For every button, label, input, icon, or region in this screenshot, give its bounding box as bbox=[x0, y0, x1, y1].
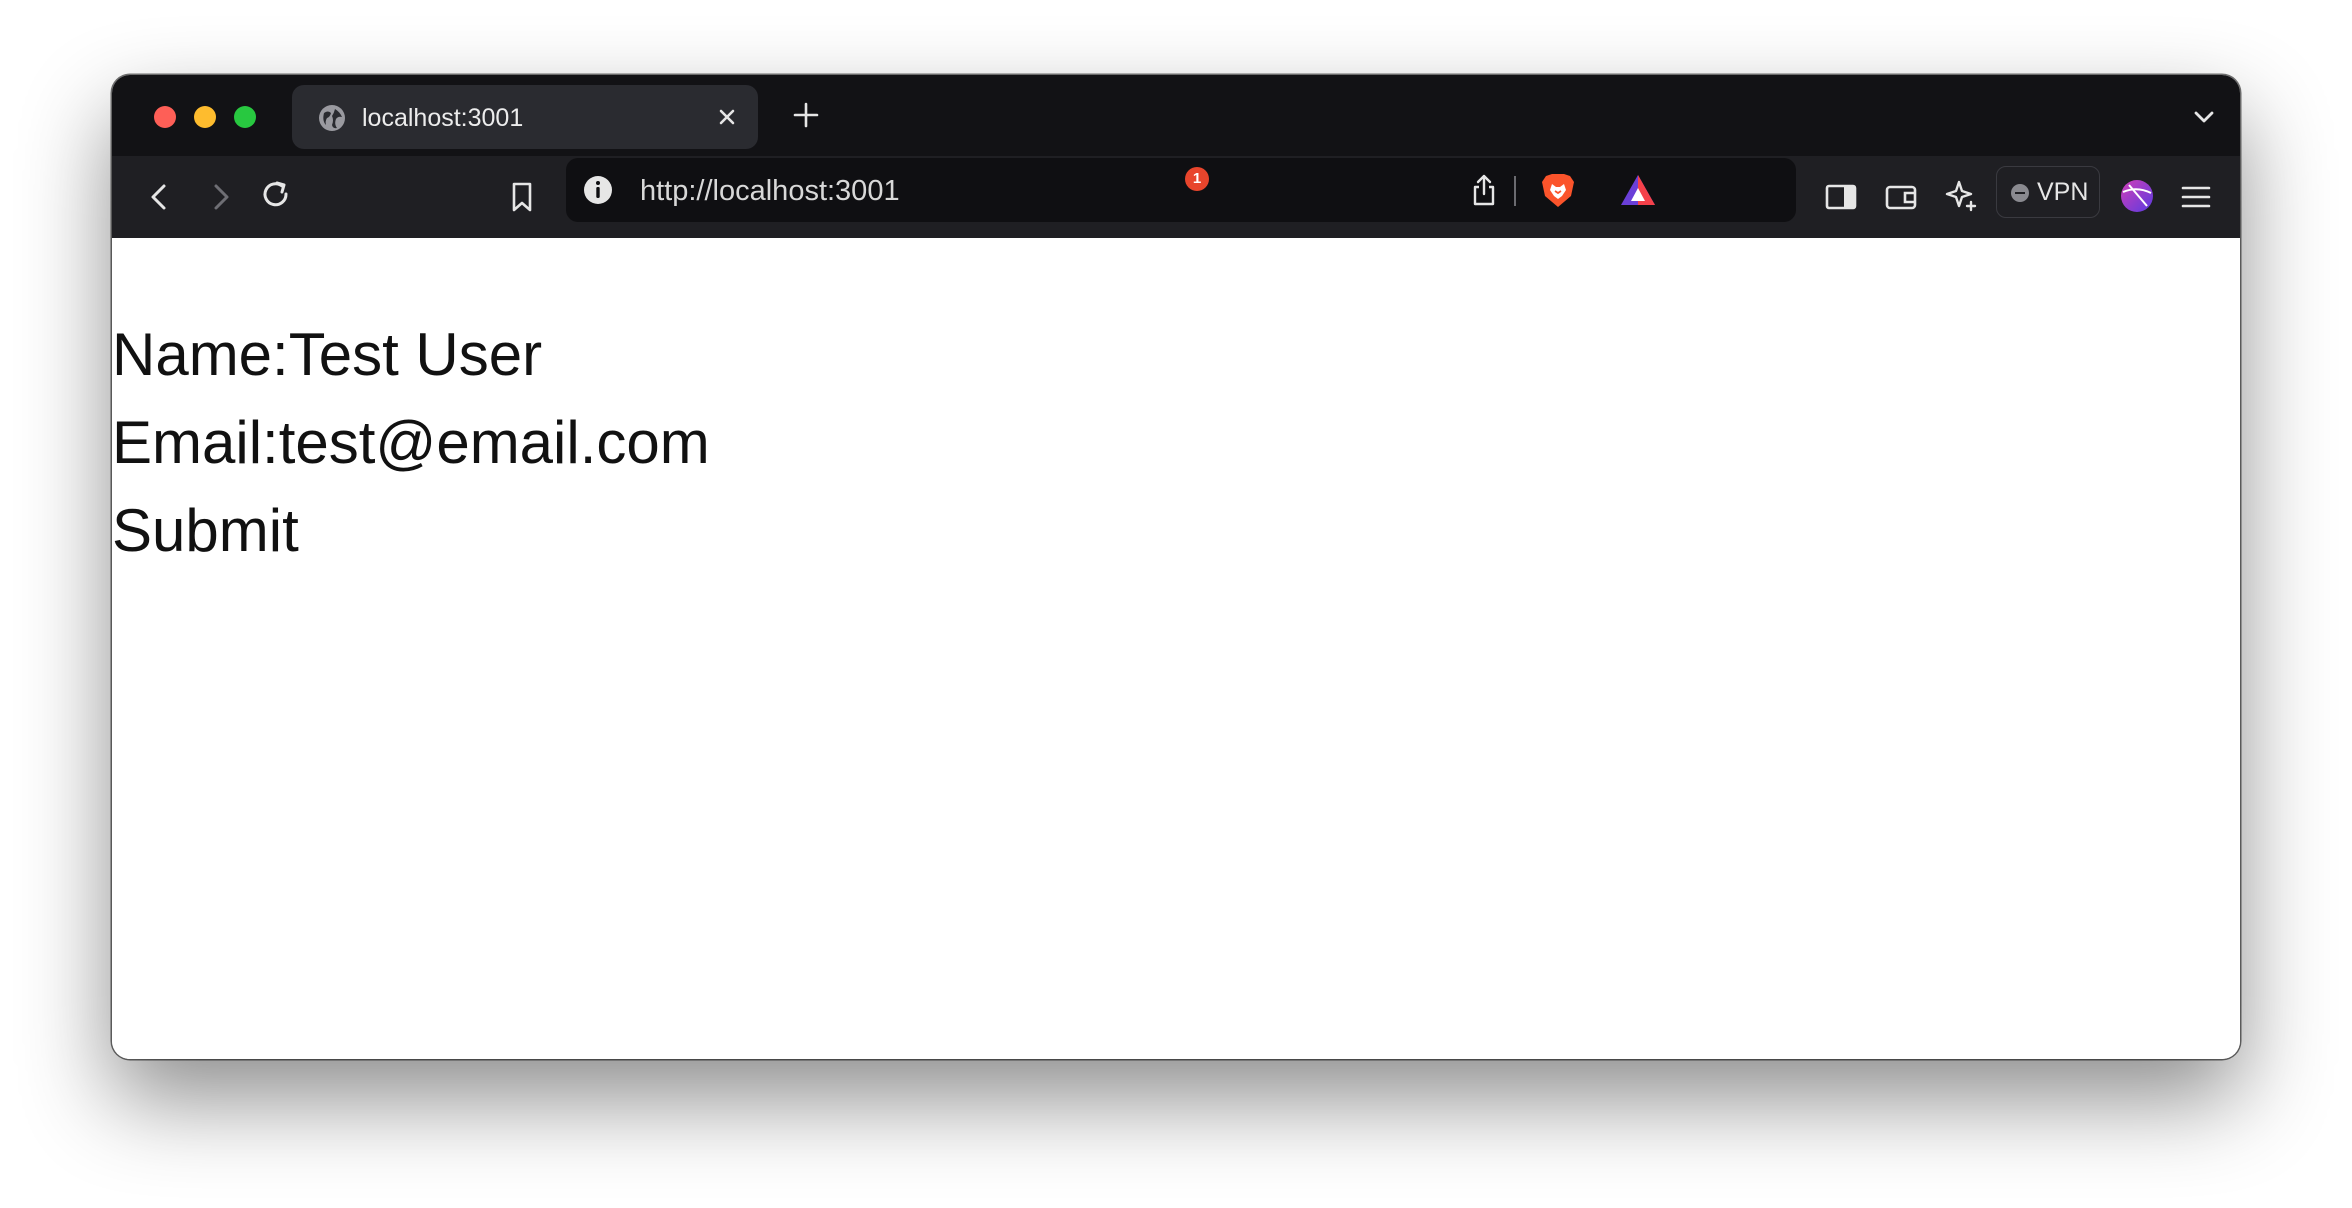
share-icon[interactable] bbox=[1466, 172, 1502, 208]
navigation-toolbar: http://localhost:3001 bbox=[112, 156, 2240, 238]
address-bar[interactable]: http://localhost:3001 bbox=[566, 158, 1796, 222]
rewards-badge: 1 bbox=[1185, 167, 1209, 191]
name-value[interactable]: Test User bbox=[289, 321, 542, 388]
globe-icon bbox=[319, 105, 345, 131]
forward-arrow-icon[interactable] bbox=[202, 179, 238, 215]
tab-active[interactable]: localhost:3001 bbox=[292, 85, 758, 149]
name-label: Name: bbox=[112, 321, 289, 388]
vpn-status-icon bbox=[2011, 184, 2029, 202]
submit-button[interactable]: Submit bbox=[112, 496, 299, 566]
close-icon[interactable] bbox=[712, 102, 742, 132]
vpn-label: VPN bbox=[2037, 178, 2089, 206]
wallet-icon[interactable] bbox=[1883, 179, 1919, 215]
brave-lion-icon[interactable] bbox=[1538, 170, 1578, 210]
bookmark-icon[interactable] bbox=[504, 179, 540, 215]
maximize-window-button[interactable] bbox=[234, 106, 256, 128]
tab-title: localhost:3001 bbox=[362, 104, 524, 132]
info-icon[interactable] bbox=[582, 174, 614, 206]
hamburger-menu-icon[interactable] bbox=[2178, 179, 2214, 215]
page-content: Name:Test User Email:test@email.com Subm… bbox=[112, 238, 2240, 1059]
reload-icon[interactable] bbox=[258, 177, 294, 213]
back-arrow-icon[interactable] bbox=[142, 179, 178, 215]
email-row: Email:test@email.com bbox=[112, 408, 710, 478]
vpn-button[interactable]: VPN bbox=[1996, 166, 2100, 218]
name-row: Name:Test User bbox=[112, 320, 542, 390]
new-tab-button[interactable] bbox=[788, 97, 824, 133]
sparkle-icon[interactable] bbox=[1943, 178, 1979, 214]
sidebar-icon[interactable] bbox=[1823, 179, 1859, 215]
profile-avatar-icon[interactable] bbox=[2117, 176, 2157, 216]
email-label: Email: bbox=[112, 409, 279, 476]
chevron-down-icon[interactable] bbox=[2190, 103, 2218, 131]
rewards-triangle-icon[interactable] bbox=[1618, 172, 1658, 208]
tab-strip: localhost:3001 bbox=[112, 75, 2240, 156]
divider bbox=[1514, 176, 1516, 206]
minimize-window-button[interactable] bbox=[194, 106, 216, 128]
email-value[interactable]: test@email.com bbox=[279, 409, 710, 476]
url-text[interactable]: http://localhost:3001 bbox=[640, 175, 900, 207]
browser-window: localhost:3001 http://localhost:3001 1 V… bbox=[112, 75, 2240, 1059]
close-window-button[interactable] bbox=[154, 106, 176, 128]
